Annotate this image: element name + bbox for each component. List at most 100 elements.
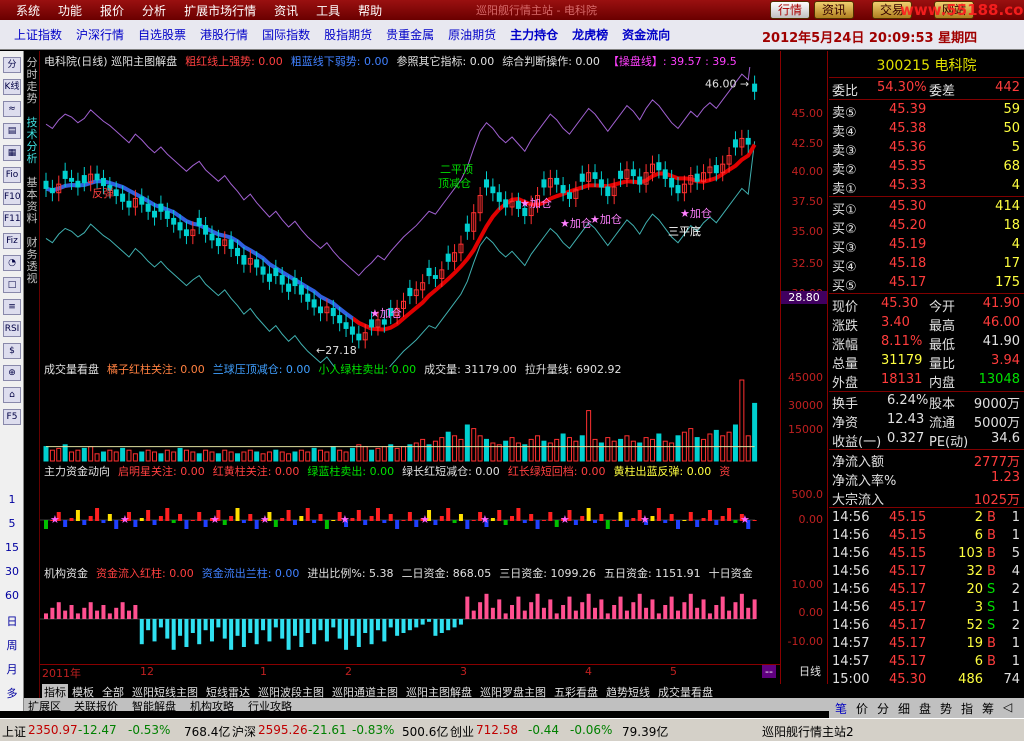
flow-row[interactable]: 净流入率% 1.23 [829, 470, 1024, 489]
nav-index-futures[interactable]: 股指期货 [324, 26, 372, 43]
period-1[interactable]: 5 [0, 517, 24, 530]
chart-area[interactable]: 电科院(日线) 巡阳主图解盘 粗红线上强势: 0.00 粗蓝线下弱势: 0.00 参照… [40, 51, 780, 684]
fund-flow-chart[interactable]: ★ ★ ★ ★ ★ ★ ★ ★ ★ ★ [40, 475, 780, 565]
toolbar-icon-12[interactable]: RSI [3, 321, 21, 337]
period-2[interactable]: 15 [0, 541, 24, 554]
nav-precious-metals[interactable]: 贵重金属 [386, 26, 434, 43]
stat-row[interactable]: 外盘 18131 内盘 13048 [829, 372, 1024, 391]
period-0[interactable]: 1 [0, 493, 24, 506]
tick-row[interactable]: 14:56 45.15 103 B 5 [829, 546, 1024, 564]
sell-level-1[interactable]: 卖① 45.33 4 [829, 178, 1024, 197]
quote-tab-4[interactable]: 盘 [919, 700, 931, 717]
buy-level-4[interactable]: 买④ 45.18 17 [829, 256, 1024, 275]
menu-tools[interactable]: 工具 [314, 2, 342, 19]
nav-oil-futures[interactable]: 原油期货 [448, 26, 496, 43]
stat-row[interactable]: 净资 12.43 流通 5000万 [829, 412, 1024, 431]
volume-chart[interactable] [40, 373, 780, 463]
buy-level-5[interactable]: 买⑤ 45.17 175 [829, 275, 1024, 294]
tick-row[interactable]: 14:56 45.15 2 B 1 [829, 510, 1024, 528]
period-3[interactable]: 30 [0, 565, 24, 578]
nav-watchlist[interactable]: 自选股票 [138, 26, 186, 43]
vtab-technical[interactable]: 技术分析 [25, 117, 39, 165]
period-6[interactable]: 周 [0, 637, 24, 653]
quote-tab-1[interactable]: 价 [856, 700, 868, 717]
toolbar-icon-11[interactable]: ≡ [3, 299, 21, 315]
extension-tab-1[interactable]: 关联报价 [74, 698, 118, 714]
menu-system[interactable]: 系统 [14, 2, 42, 19]
stat-row[interactable]: 涨幅 8.11% 最低 41.90 [829, 334, 1024, 353]
candlestick-chart[interactable]: 46.00 →←27.18★加仓★加仓★加仓★加仓 ★加仓二平顶顶减仓三平底反弹 [40, 67, 780, 367]
period-4[interactable]: 60 [0, 589, 24, 602]
nav-hk[interactable]: 港股行情 [200, 26, 248, 43]
toolbar-icon-15[interactable]: ⌂ [3, 387, 21, 403]
nav-dragon-tiger[interactable]: 龙虎榜 [572, 26, 608, 43]
nav-fund-flow[interactable]: 资金流向 [622, 26, 670, 43]
stat-row[interactable]: 现价 45.30 今开 41.90 [829, 296, 1024, 315]
stat-row[interactable]: 换手 6.24% 股本 9000万 [829, 393, 1024, 412]
toolbar-icon-3[interactable]: ▤ [3, 123, 21, 139]
flow-row[interactable]: 大宗流入 1025万 [829, 489, 1024, 508]
vtab-fundamentals[interactable]: 基本资料 [25, 177, 39, 225]
buy-level-3[interactable]: 买③ 45.19 4 [829, 237, 1024, 256]
quote-tab-6[interactable]: 指 [961, 700, 973, 717]
menu-help[interactable]: 帮助 [356, 2, 384, 19]
toolbar-icon-2[interactable]: ≈ [3, 101, 21, 117]
extension-tab-2[interactable]: 智能解盘 [132, 698, 176, 714]
news-mode-button[interactable]: 资讯 [814, 1, 854, 19]
stat-row[interactable]: 总量 31179 量比 3.94 [829, 353, 1024, 372]
toolbar-icon-7[interactable]: F11 [3, 211, 21, 227]
quote-tab-3[interactable]: 细 [898, 700, 910, 717]
nav-intl-index[interactable]: 国际指数 [262, 26, 310, 43]
toolbar-icon-9[interactable]: ◔ [3, 255, 21, 271]
menu-news[interactable]: 资讯 [272, 2, 300, 19]
stat-row[interactable]: 涨跌 3.40 最高 46.00 [829, 315, 1024, 334]
toolbar-icon-10[interactable]: □ [3, 277, 21, 293]
tick-row[interactable]: 14:56 45.17 20 S 2 [829, 582, 1024, 600]
sell-level-5[interactable]: 卖⑤ 45.39 59 [829, 102, 1024, 121]
stat-row[interactable]: 收益(一) 0.327 PE(动) 34.6 [829, 431, 1024, 450]
sell-level-4[interactable]: 卖④ 45.38 50 [829, 121, 1024, 140]
extension-tab-0[interactable]: 扩展区 [28, 698, 61, 714]
tick-row[interactable]: 14:56 45.15 6 B 1 [829, 528, 1024, 546]
toolbar-icon-0[interactable]: 分时 [3, 57, 21, 73]
tick-row[interactable]: 14:56 45.17 52 S 2 [829, 618, 1024, 636]
quote-tab-8[interactable]: ◁ [1003, 700, 1012, 714]
tick-row[interactable]: 14:57 45.17 19 B 1 [829, 636, 1024, 654]
toolbar-icon-1[interactable]: K线 [3, 79, 21, 95]
tick-row[interactable]: 14:57 45.17 6 B 1 [829, 654, 1024, 672]
tick-row[interactable]: 14:56 45.17 32 B 4 [829, 564, 1024, 582]
vtab-financials[interactable]: 财务透视 [25, 237, 39, 285]
extension-tab-3[interactable]: 机构攻略 [190, 698, 234, 714]
menu-function[interactable]: 功能 [56, 2, 84, 19]
buy-level-2[interactable]: 买② 45.20 18 [829, 218, 1024, 237]
menu-quote[interactable]: 报价 [98, 2, 126, 19]
quote-mode-button[interactable]: 行情 [770, 1, 810, 19]
vtab-intraday[interactable]: 分时走势 [25, 57, 39, 105]
flow-row[interactable]: 净流入额 2777万 [829, 451, 1024, 470]
period-5[interactable]: 日 [0, 613, 24, 629]
extension-tab-4[interactable]: 行业攻略 [248, 698, 292, 714]
quote-tab-5[interactable]: 势 [940, 700, 952, 717]
quote-tab-0[interactable]: 笔 [835, 700, 847, 717]
toolbar-icon-4[interactable]: ▦ [3, 145, 21, 161]
nav-hs-quotes[interactable]: 沪深行情 [76, 26, 124, 43]
period-7[interactable]: 月 [0, 661, 24, 677]
toolbar-icon-14[interactable]: ⊕ [3, 365, 21, 381]
toolbar-icon-13[interactable]: $ [3, 343, 21, 359]
menu-ext-market[interactable]: 扩展市场行情 [182, 2, 258, 19]
toolbar-icon-6[interactable]: F10 [3, 189, 21, 205]
nav-sh-index[interactable]: 上证指数 [14, 26, 62, 43]
nav-main-position[interactable]: 主力持仓 [510, 26, 558, 43]
period-8[interactable]: 多 [0, 685, 24, 701]
sell-level-2[interactable]: 卖② 45.35 68 [829, 159, 1024, 178]
quote-tab-2[interactable]: 分 [877, 700, 889, 717]
toolbar-icon-8[interactable]: Fiz [3, 233, 21, 249]
buy-level-1[interactable]: 买① 45.30 414 [829, 199, 1024, 218]
institutional-chart[interactable] [40, 577, 780, 663]
menu-analysis[interactable]: 分析 [140, 2, 168, 19]
tick-row[interactable]: 14:56 45.17 3 S 1 [829, 600, 1024, 618]
toolbar-icon-16[interactable]: F5 [3, 409, 21, 425]
quote-tab-7[interactable]: 筹 [982, 700, 994, 717]
tick-row[interactable]: 15:00 45.30 486 74 [829, 672, 1024, 690]
sell-level-3[interactable]: 卖③ 45.36 5 [829, 140, 1024, 159]
